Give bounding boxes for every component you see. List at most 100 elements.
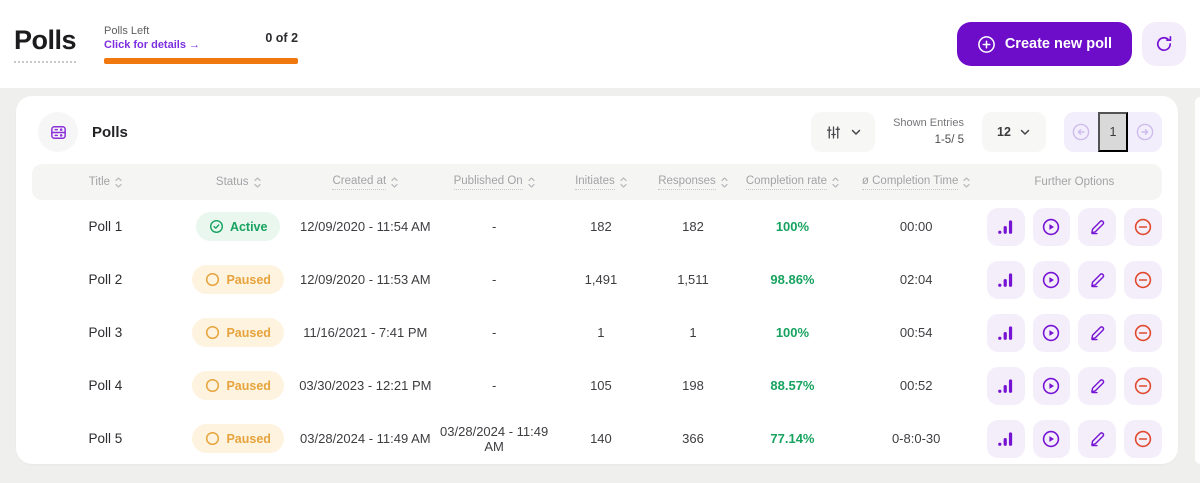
play-button[interactable]	[1032, 313, 1071, 352]
poll-title: Poll 1	[88, 219, 123, 234]
bar-chart-icon	[996, 323, 1015, 342]
table-body: Poll 1 Active 12/09/2020 - 11:54 AM - 18…	[32, 200, 1162, 465]
polls-left-progress-track	[104, 57, 299, 64]
table-row: Poll 5 Paused 03/28/2024 - 11:49 AM 03/2…	[32, 412, 1162, 465]
poll-rows-icon	[49, 123, 68, 142]
polls-left-label: Polls Left	[104, 24, 150, 37]
sort-icon[interactable]	[832, 176, 839, 188]
statistics-button[interactable]	[986, 260, 1025, 299]
published-on: -	[491, 325, 497, 340]
completion-rate: 88.57%	[770, 378, 815, 393]
page-size-select[interactable]: 12	[982, 112, 1046, 152]
remove-circle-icon	[1133, 376, 1153, 396]
shown-entries-value: 1-5/ 5	[934, 133, 964, 146]
page-number-button[interactable]: 1	[1098, 112, 1128, 152]
delete-button[interactable]	[1124, 419, 1162, 458]
completion-rate: 100%	[775, 325, 810, 340]
status-badge[interactable]: Paused	[192, 371, 284, 400]
chevron-down-icon	[1019, 126, 1031, 138]
remove-circle-icon	[1133, 217, 1153, 237]
play-circle-icon	[1041, 323, 1061, 343]
status-badge[interactable]: Paused	[192, 424, 284, 453]
column-header[interactable]: Completion rate	[739, 175, 845, 190]
column-header[interactable]: Initiates	[555, 175, 647, 190]
refresh-button[interactable]	[1142, 22, 1186, 66]
sort-icon[interactable]	[620, 176, 627, 188]
adjacent-card-edge	[1195, 97, 1200, 464]
plus-circle-icon	[977, 35, 996, 54]
statistics-button[interactable]	[986, 207, 1025, 246]
previous-page-button[interactable]	[1064, 112, 1098, 152]
polls-card: Polls Shown Entries 1-5/ 5 12 1 Title St…	[16, 96, 1178, 464]
statistics-button[interactable]	[986, 366, 1025, 405]
status-badge[interactable]: Paused	[192, 318, 284, 347]
delete-button[interactable]	[1124, 207, 1162, 246]
row-actions	[986, 260, 1162, 299]
column-header[interactable]: Title	[32, 176, 179, 188]
created-at: 11/16/2021 - 7:41 PM	[303, 325, 428, 340]
column-header[interactable]: Further Options	[987, 176, 1162, 188]
polls-left-details-link[interactable]: Click for details →	[104, 39, 200, 51]
edit-button[interactable]	[1078, 313, 1117, 352]
column-header[interactable]: Status	[179, 176, 298, 188]
play-button[interactable]	[1032, 260, 1071, 299]
play-button[interactable]	[1032, 207, 1071, 246]
completion-time: 02:04	[899, 272, 933, 287]
status-badge[interactable]: Paused	[192, 265, 284, 294]
created-at: 12/09/2020 - 11:53 AM	[300, 272, 431, 287]
play-button[interactable]	[1032, 366, 1071, 405]
sort-icon[interactable]	[721, 176, 728, 188]
edit-button[interactable]	[1078, 260, 1117, 299]
edit-pencil-icon	[1088, 270, 1107, 289]
play-circle-icon	[1041, 429, 1061, 449]
edit-pencil-icon	[1088, 323, 1107, 342]
column-header[interactable]: ø Completion Time	[846, 175, 987, 190]
polls-left-progress-fill	[104, 57, 299, 64]
initiates: 140	[590, 431, 612, 446]
column-label: Status	[215, 176, 249, 188]
delete-button[interactable]	[1124, 260, 1162, 299]
column-header[interactable]: Created at	[298, 175, 434, 190]
edit-button[interactable]	[1078, 366, 1117, 405]
column-header[interactable]: Published On	[433, 175, 555, 190]
play-circle-icon	[1041, 217, 1061, 237]
row-actions	[986, 313, 1162, 352]
create-new-poll-button[interactable]: Create new poll	[956, 22, 1132, 66]
edit-pencil-icon	[1088, 429, 1107, 448]
edit-button[interactable]	[1078, 207, 1117, 246]
remove-circle-icon	[1133, 429, 1153, 449]
table-header-row: Title Status Created at Published On Ini…	[32, 164, 1162, 200]
play-button[interactable]	[1032, 419, 1071, 458]
sort-icon[interactable]	[115, 176, 122, 188]
column-label: Completion rate	[745, 175, 828, 190]
poll-title: Poll 5	[88, 431, 123, 446]
arrow-left-circle-icon	[1071, 122, 1091, 142]
delete-button[interactable]	[1124, 313, 1162, 352]
sort-icon[interactable]	[253, 176, 261, 188]
polls-left-count: 0 of 2	[265, 30, 299, 45]
delete-button[interactable]	[1124, 366, 1162, 405]
status-paused-icon	[205, 431, 220, 446]
arrow-right-circle-icon	[1135, 122, 1155, 142]
sort-icon[interactable]	[391, 176, 398, 188]
table-row: Poll 1 Active 12/09/2020 - 11:54 AM - 18…	[32, 200, 1162, 253]
column-label: Published On	[453, 175, 523, 190]
main-content: Polls Shown Entries 1-5/ 5 12 1 Title St…	[0, 88, 1200, 483]
row-actions	[986, 419, 1162, 458]
column-label: Further Options	[1034, 176, 1115, 188]
row-actions	[986, 366, 1162, 405]
status-paused-icon	[205, 378, 220, 393]
page-title: Polls	[14, 25, 77, 63]
published-on: -	[491, 272, 497, 287]
edit-button[interactable]	[1078, 419, 1117, 458]
page-size-value: 12	[997, 125, 1011, 139]
sort-icon[interactable]	[963, 176, 971, 188]
sort-icon[interactable]	[528, 176, 535, 188]
completion-rate: 77.14%	[770, 431, 815, 446]
statistics-button[interactable]	[986, 419, 1025, 458]
next-page-button[interactable]	[1128, 112, 1162, 152]
column-header[interactable]: Responses	[647, 175, 740, 190]
status-badge[interactable]: Active	[195, 212, 281, 241]
statistics-button[interactable]	[986, 313, 1025, 352]
filter-columns-button[interactable]	[811, 112, 876, 152]
